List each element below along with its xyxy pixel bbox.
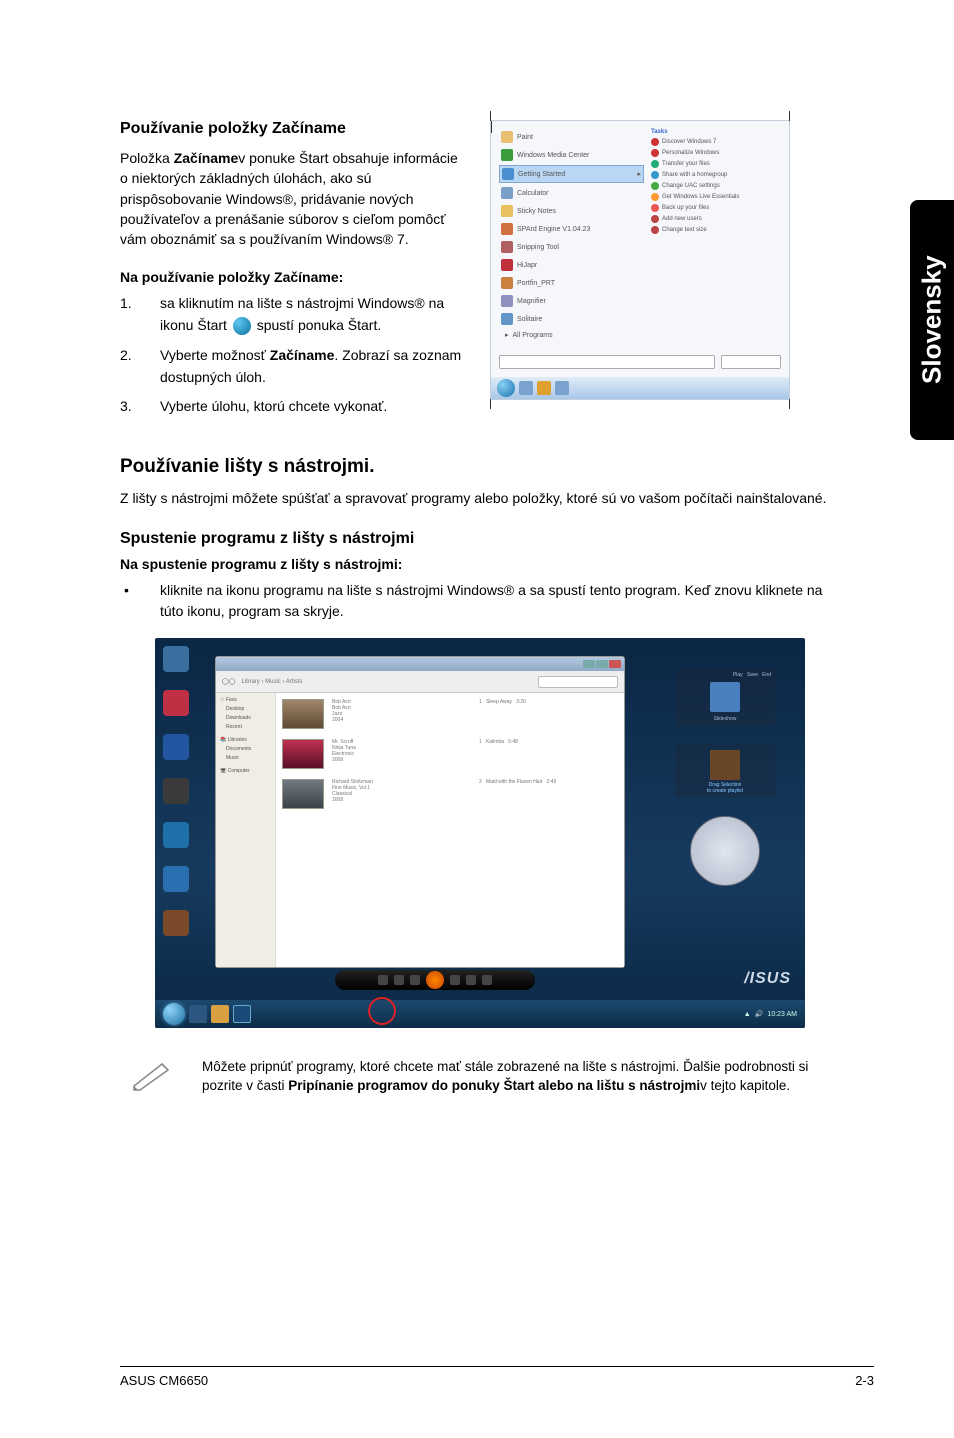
desktop-icon	[163, 866, 189, 892]
section2-subheading: Spustenie programu z lišty s nástrojmi	[120, 530, 840, 548]
bullet-marker: •	[120, 580, 160, 622]
sm-item: Paint	[517, 134, 533, 141]
sm-item: Windows Media Center	[517, 152, 589, 159]
sm-right-item: Add new users	[662, 216, 702, 222]
step2-pre: Vyberte možnosť	[160, 347, 270, 363]
sm-right-item: Discover Windows 7	[662, 139, 716, 145]
desktop-screenshot: ◯◯ Library › Music › Artists ☆ Favs Desk…	[155, 638, 805, 1028]
sm-item: Portfin_PRT	[517, 280, 555, 287]
sm-item: Magnifier	[517, 298, 546, 305]
section1-title: Používanie položky Začíname	[120, 120, 470, 138]
taskbar-time: 10:23 AM	[767, 1011, 797, 1018]
sm-item: Sticky Notes	[517, 208, 556, 215]
sm-right-item: Change text size	[662, 227, 707, 233]
start-orb-icon	[233, 317, 251, 335]
desktop-icon	[163, 910, 189, 936]
explorer-sidebar: ☆ Favs Desktop Downloads Recent 📚 Librar…	[216, 693, 276, 967]
footer-page-number: 2-3	[855, 1373, 874, 1388]
desktop-icon	[163, 734, 189, 760]
desktop-icon	[163, 778, 189, 804]
sm-item: All Programs	[513, 332, 553, 339]
start-orb-icon	[497, 379, 515, 397]
section2-heading: Používanie lišty s nástrojmi.	[120, 456, 840, 478]
step2-bold: Začíname	[270, 347, 335, 363]
start-menu-screenshot: Paint Windows Media Center Getting Start…	[490, 120, 790, 400]
pen-icon	[130, 1058, 178, 1097]
bullet-text: kliknite na ikonu programu na lište s ná…	[160, 580, 840, 622]
step-3: 3. Vyberte úlohu, ktorú chcete vykonať.	[120, 396, 470, 418]
start-screenshot-taskbar	[491, 377, 789, 399]
desktop-icon	[163, 822, 189, 848]
explorer-main: Bob AcriBob AcriJazz20041 Sleep Away 3:2…	[276, 693, 624, 967]
section1-howto: Na používanie položky Začíname:	[120, 269, 470, 285]
gadget-widget: PlaySaveEnd Slideshow	[675, 668, 775, 726]
intro-bold: Začíname	[174, 150, 239, 166]
step-2: 2. Vyberte možnosť Začíname. Zobrazí sa …	[120, 345, 470, 388]
shutdown-button	[721, 355, 781, 369]
sm-right-item: Get Windows Live Essentials	[662, 194, 739, 200]
sm-item: HiJapr	[517, 262, 537, 269]
sm-item: SPArd Engine V1.04.23	[517, 226, 590, 233]
sm-right-item: Personalize Windows	[662, 150, 719, 156]
start-menu-right-column: Tasks Discover Windows 7 Personalize Win…	[651, 129, 781, 234]
start-search-box	[499, 355, 715, 369]
section2-para: Z lišty s nástrojmi môžete spúšťať a spr…	[120, 488, 840, 508]
sm-right-item: Change UAC settings	[662, 183, 720, 189]
gadget-widget: Drag Selectionto create playlist	[675, 744, 775, 798]
step-num: 1.	[120, 293, 160, 336]
desktop-icon	[163, 646, 189, 672]
start-orb-icon	[163, 1003, 185, 1025]
section-getting-started: Používanie položky Začíname Položka Začí…	[120, 120, 470, 426]
play-icon	[426, 971, 444, 989]
clock-gadget	[690, 816, 760, 886]
note-bold: Pripínanie programov do ponuky Štart ale…	[288, 1078, 700, 1093]
step1-post: spustí ponuka Štart.	[253, 317, 381, 333]
asus-logo: /ISUS	[744, 970, 791, 988]
side-language-tab: Slovensky	[910, 200, 954, 440]
start-menu-left-column: Paint Windows Media Center Getting Start…	[499, 129, 644, 341]
sm-right-item: Share with a homegroup	[662, 172, 727, 178]
footer-left: ASUS CM6650	[120, 1373, 208, 1388]
intro-pre: Položka	[120, 150, 174, 166]
step-num: 3.	[120, 396, 160, 418]
sm-item: Calculator	[517, 190, 549, 197]
step-1: 1. sa kliknutím na lište s nástrojmi Win…	[120, 293, 470, 336]
section1-intro: Položka Začínamev ponuke Štart obsahuje …	[120, 148, 465, 249]
note-box: Môžete pripnúť programy, ktoré chcete ma…	[120, 1058, 840, 1097]
sm-item: Solitaire	[517, 316, 542, 323]
sm-item-highlighted: Getting Started▸	[499, 165, 644, 183]
section2-howto: Na spustenie programu z lišty s nástrojm…	[120, 556, 840, 572]
sm-right-item: Back up your files	[662, 205, 709, 211]
bullet-1: • kliknite na ikonu programu na lište s …	[120, 580, 840, 622]
page-footer: ASUS CM6650 2-3	[120, 1366, 874, 1388]
sm-right-item: Transfer your files	[662, 161, 710, 167]
step-num: 2.	[120, 345, 160, 388]
note-post: v tejto kapitole.	[700, 1078, 790, 1093]
desktop-icon	[163, 690, 189, 716]
explorer-window: ◯◯ Library › Music › Artists ☆ Favs Desk…	[215, 656, 625, 968]
media-player-bar	[335, 970, 535, 990]
step3-text: Vyberte úlohu, ktorú chcete vykonať.	[160, 396, 470, 418]
sm-tasks-header: Tasks	[651, 129, 781, 135]
desktop-taskbar: ▲🔊 10:23 AM	[155, 1000, 805, 1028]
sm-item: Snipping Tool	[517, 244, 559, 251]
